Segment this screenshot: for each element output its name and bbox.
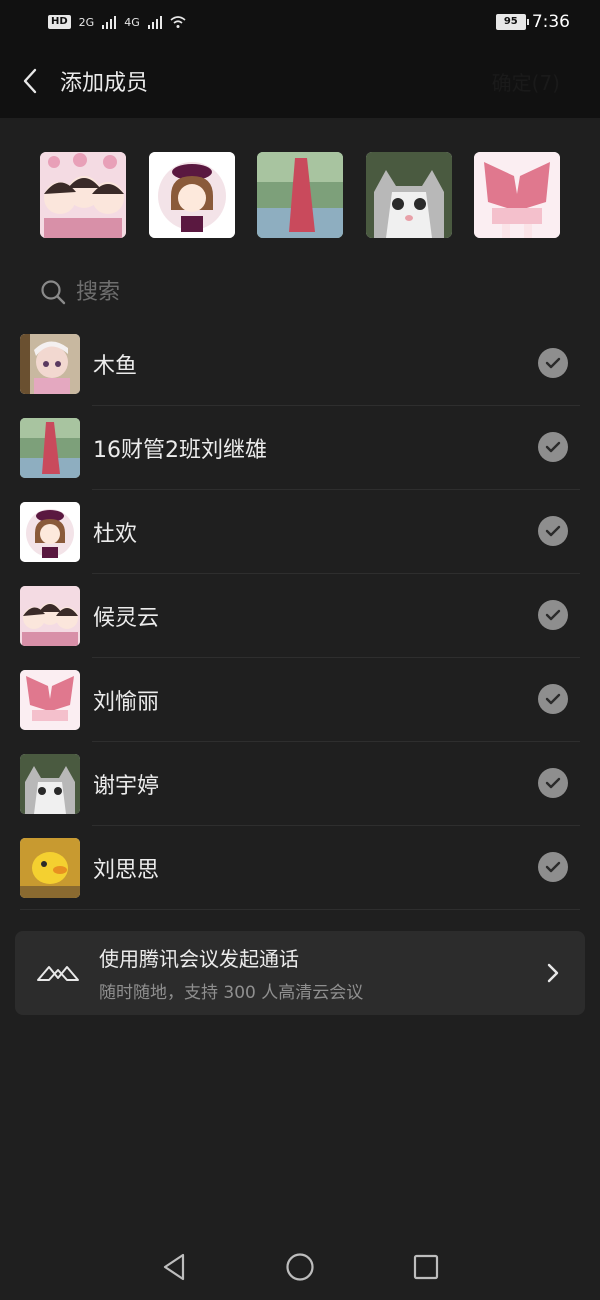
signal-icon bbox=[102, 15, 117, 29]
avatar-image bbox=[40, 152, 126, 238]
signal-icon bbox=[147, 15, 162, 29]
clock: 7:36 bbox=[531, 12, 570, 32]
battery-icon: 95 bbox=[495, 14, 529, 30]
check-icon bbox=[545, 693, 561, 705]
check-icon bbox=[545, 861, 561, 873]
contact-list: 木鱼 16财管2班刘继雄 杜欢 候灵云 刘愉丽 谢宇婷 刘思思 bbox=[0, 322, 600, 910]
check-icon bbox=[545, 609, 561, 621]
confirm-button[interactable]: 确定(7) bbox=[492, 67, 560, 96]
status-bar: HD 2G 4G 95 7:36 bbox=[0, 0, 600, 44]
list-item[interactable]: 杜欢 bbox=[0, 490, 600, 574]
checkbox-checked[interactable] bbox=[538, 852, 568, 882]
square-recents-icon bbox=[413, 1254, 439, 1280]
list-item[interactable]: 谢宇婷 bbox=[0, 742, 600, 826]
avatar-image bbox=[365, 152, 452, 238]
check-icon bbox=[545, 441, 561, 453]
avatar-image bbox=[20, 586, 80, 646]
tencent-meeting-card[interactable]: 使用腾讯会议发起通话 随时随地，支持 300 人高清云会议 bbox=[15, 931, 585, 1015]
hd-icon: HD bbox=[48, 15, 71, 29]
selected-avatar[interactable] bbox=[40, 152, 126, 238]
avatar-image bbox=[148, 152, 235, 238]
header: 添加成员 确定(7) bbox=[0, 44, 600, 118]
network-2g-label: 2G bbox=[78, 15, 95, 29]
list-item[interactable]: 候灵云 bbox=[0, 574, 600, 658]
selected-avatar[interactable] bbox=[148, 152, 235, 238]
list-item[interactable]: 刘思思 bbox=[0, 826, 600, 910]
triangle-back-icon bbox=[163, 1253, 185, 1281]
contact-name: 木鱼 bbox=[93, 354, 138, 379]
avatar bbox=[20, 502, 80, 562]
contact-name: 谢宇婷 bbox=[93, 774, 160, 799]
chevron-left-icon bbox=[23, 68, 37, 94]
chevron-right-icon bbox=[547, 963, 559, 983]
avatar-image bbox=[20, 838, 80, 898]
list-item[interactable]: 木鱼 bbox=[0, 322, 600, 406]
screen: HD 2G 4G 95 7:36 添加成员 确定(7) 搜索 木鱼 16财管2班… bbox=[0, 0, 600, 1300]
selected-avatar[interactable] bbox=[257, 152, 343, 238]
check-icon bbox=[545, 777, 561, 789]
avatar bbox=[20, 334, 80, 394]
status-right: 95 7:36 bbox=[495, 12, 570, 32]
nav-back-button[interactable] bbox=[154, 1247, 194, 1287]
checkbox-checked[interactable] bbox=[538, 600, 568, 630]
avatar-image bbox=[257, 152, 343, 238]
meeting-text: 使用腾讯会议发起通话 随时随地，支持 300 人高清云会议 bbox=[99, 943, 363, 1003]
meeting-subtitle: 随时随地，支持 300 人高清云会议 bbox=[99, 983, 364, 1003]
contact-name: 刘愉丽 bbox=[93, 690, 160, 715]
system-nav-bar bbox=[0, 1234, 600, 1300]
avatar-image bbox=[20, 502, 80, 562]
selected-avatar[interactable] bbox=[365, 152, 452, 238]
avatar bbox=[20, 838, 80, 898]
avatar-image bbox=[20, 418, 80, 478]
nav-recents-button[interactable] bbox=[406, 1247, 446, 1287]
checkbox-checked[interactable] bbox=[538, 432, 568, 462]
avatar bbox=[20, 670, 80, 730]
circle-home-icon bbox=[286, 1253, 314, 1281]
contact-name: 刘思思 bbox=[93, 858, 160, 883]
avatar-image bbox=[474, 152, 560, 238]
contact-name: 候灵云 bbox=[93, 606, 160, 631]
avatar bbox=[20, 586, 80, 646]
avatar bbox=[20, 418, 80, 478]
page-title: 添加成员 bbox=[60, 71, 149, 96]
network-4g-label: 4G bbox=[124, 15, 140, 29]
avatar bbox=[20, 754, 80, 814]
tencent-meeting-icon bbox=[37, 966, 79, 981]
check-icon bbox=[545, 357, 561, 369]
nav-home-button[interactable] bbox=[280, 1247, 320, 1287]
avatar-image bbox=[20, 334, 80, 394]
checkbox-checked[interactable] bbox=[538, 516, 568, 546]
contact-name: 杜欢 bbox=[93, 522, 138, 547]
checkbox-checked[interactable] bbox=[538, 768, 568, 798]
search-input[interactable] bbox=[76, 279, 476, 305]
checkbox-checked[interactable] bbox=[538, 348, 568, 378]
contact-name: 16财管2班刘继雄 bbox=[93, 438, 267, 463]
check-icon bbox=[545, 525, 561, 537]
status-left: HD 2G 4G bbox=[48, 15, 186, 29]
avatar-image bbox=[20, 754, 80, 814]
checkbox-checked[interactable] bbox=[538, 684, 568, 714]
back-button[interactable] bbox=[0, 44, 60, 118]
wifi-icon bbox=[170, 16, 186, 28]
avatar-image bbox=[20, 670, 80, 730]
list-item[interactable]: 16财管2班刘继雄 bbox=[0, 406, 600, 490]
search-icon bbox=[41, 280, 66, 305]
list-item[interactable]: 刘愉丽 bbox=[0, 658, 600, 742]
divider bbox=[20, 909, 580, 910]
meeting-title: 使用腾讯会议发起通话 bbox=[99, 947, 299, 971]
selected-members bbox=[40, 152, 560, 238]
selected-avatar[interactable] bbox=[474, 152, 560, 238]
search-bar[interactable] bbox=[40, 272, 560, 312]
